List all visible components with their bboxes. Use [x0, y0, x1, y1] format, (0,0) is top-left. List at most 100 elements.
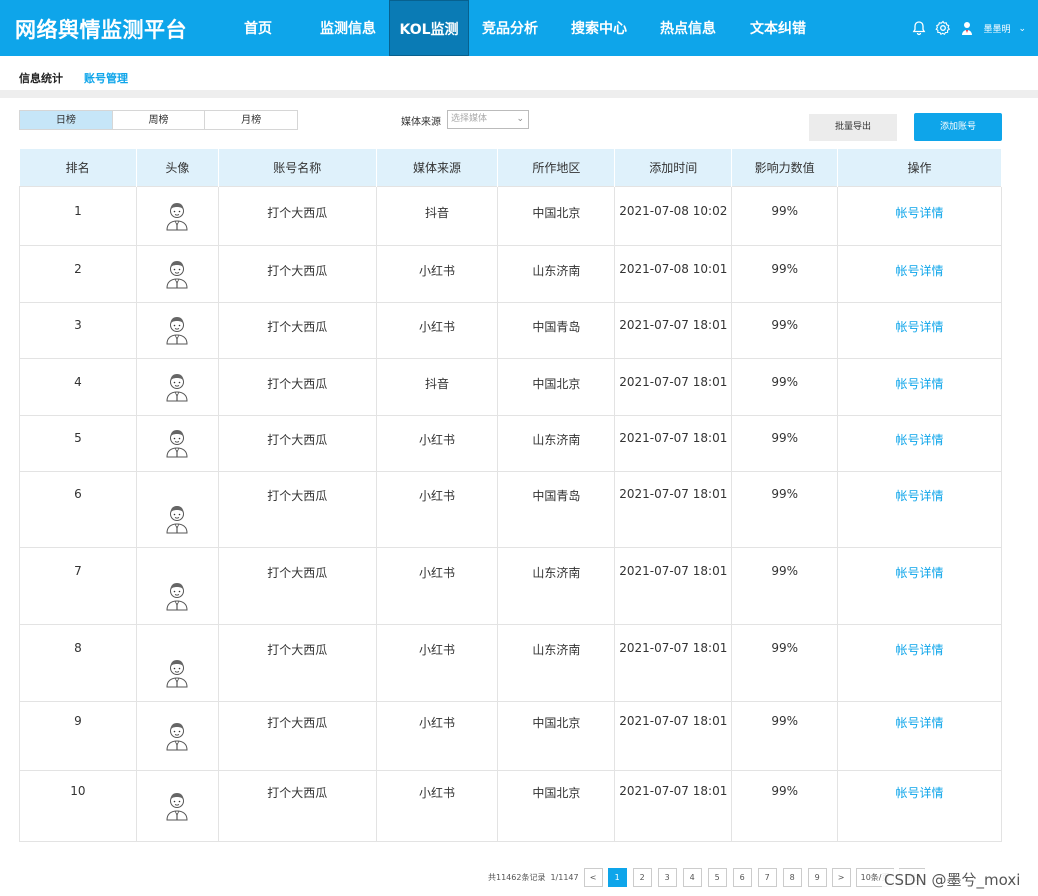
cell-influence-text: 99% [771, 783, 798, 798]
user-avatar-icon[interactable] [959, 20, 975, 36]
cell-name: 打个大西瓜 [217, 357, 377, 416]
account-detail-link[interactable]: 帐号详情 [838, 625, 1001, 658]
cell-media: 小红书 [375, 470, 499, 548]
cell-rank: 5 [19, 414, 137, 472]
cell-name: 打个大西瓜 [217, 623, 377, 702]
table-row: 2 打个大西瓜 小红书 山东济南 2021-07-08 10:01 99% 帐号详情 [19, 244, 1002, 303]
cell-region: 山东济南 [497, 546, 616, 625]
period-weekly-button[interactable]: 周榜 [113, 111, 206, 129]
page-button[interactable]: 1 [607, 868, 627, 887]
cell-name: 打个大西瓜 [217, 414, 377, 472]
nav-item-5[interactable]: 热点信息 [648, 0, 728, 56]
table-row: 10 打个大西瓜 小红书 中国北京 2021-07-07 18:01 99% 帐号详情 [19, 769, 1002, 842]
cell-time-text: 2021-07-08 10:02 [619, 203, 728, 218]
account-detail-link[interactable]: 帐号详情 [838, 416, 1001, 448]
account-detail-link[interactable]: 帐号详情 [838, 548, 1001, 581]
page-button[interactable]: 8 [782, 868, 802, 887]
cell-media-text: 小红书 [419, 785, 456, 800]
page-button[interactable]: 9 [807, 868, 827, 887]
cell-name-text: 打个大西瓜 [267, 376, 328, 391]
subnav-item-accounts[interactable]: 账号管理 [84, 70, 128, 86]
account-detail-link[interactable]: 帐号详情 [838, 303, 1001, 335]
page-button[interactable]: 4 [682, 868, 702, 887]
cell-influence: 99% [731, 769, 839, 842]
cell-time-text: 2021-07-07 18:01 [619, 374, 728, 389]
cell-influence: 99% [731, 357, 839, 416]
kol-table: 排名 头像 账号名称 媒体来源 所作地区 添加时间 影响力数值 操作 1 打个大西… [19, 149, 1002, 842]
table-row: 7 打个大西瓜 小红书 山东济南 2021-07-07 18:01 99% 帐号详情 [19, 546, 1002, 625]
bell-icon[interactable] [911, 20, 927, 36]
cell-influence-text: 99% [771, 640, 798, 655]
account-detail-link[interactable]: 帐号详情 [838, 359, 1001, 392]
table-row: 4 打个大西瓜 抖音 中国北京 2021-07-07 18:01 99% 帐号详情 [19, 357, 1002, 416]
cell-region: 中国青岛 [497, 470, 616, 548]
account-detail-link[interactable]: 帐号详情 [838, 771, 1001, 801]
gear-icon[interactable] [935, 20, 951, 36]
page-button[interactable]: 2 [632, 868, 652, 887]
cell-region-text: 山东济南 [532, 432, 581, 447]
cell-rank-text: 1 [74, 203, 82, 218]
account-detail-link[interactable]: 帐号详情 [838, 702, 1001, 731]
media-source-select[interactable]: 选择媒体 ⌄ [447, 110, 529, 129]
avatar [164, 658, 190, 688]
cell-time-text: 2021-07-07 18:01 [619, 430, 728, 445]
media-select-placeholder: 选择媒体 [451, 114, 488, 124]
nav-item-2[interactable]: KOL监测 [389, 0, 469, 56]
cell-influence: 99% [731, 623, 839, 702]
table-row: 3 打个大西瓜 小红书 中国青岛 2021-07-07 18:01 99% 帐号详情 [19, 301, 1002, 359]
top-header: 网络舆情监测平台 首页 监测信息 KOL监测 竞品分析 搜索中心 热点信息 文本纠错 墨墨明… [0, 0, 1038, 56]
username[interactable]: 墨墨明 [983, 22, 1010, 35]
cell-name: 打个大西瓜 [217, 700, 377, 771]
cell-time: 2021-07-08 10:01 [614, 244, 733, 303]
table-header-row: 排名 头像 账号名称 媒体来源 所作地区 添加时间 影响力数值 操作 [19, 149, 1002, 186]
cell-media-text: 抖音 [425, 376, 450, 391]
nav-item-4[interactable]: 搜索中心 [559, 0, 639, 56]
col-header-time: 添加时间 [614, 149, 733, 186]
cell-rank-text: 7 [74, 563, 82, 578]
cell-influence-text: 99% [771, 261, 798, 276]
avatar [164, 201, 190, 231]
account-detail-link[interactable]: 帐号详情 [838, 472, 1001, 504]
account-detail-link[interactable]: 帐号详情 [838, 246, 1001, 279]
nav-item-6[interactable]: 文本纠错 [738, 0, 818, 56]
chevron-down-icon: ⌄ [516, 114, 524, 124]
cell-region: 中国青岛 [497, 301, 616, 359]
avatar-cell [135, 185, 219, 246]
page-button[interactable]: 6 [732, 868, 752, 887]
cell-name-text: 打个大西瓜 [267, 488, 328, 503]
subnav-item-stats[interactable]: 信息统计 [19, 70, 63, 86]
prev-page-button[interactable]: < [583, 868, 603, 887]
col-header-action: 操作 [837, 149, 1002, 186]
cell-rank: 9 [19, 700, 137, 771]
page-button[interactable]: 7 [757, 868, 777, 887]
avatar [164, 581, 190, 611]
cell-time-text: 2021-07-08 10:01 [619, 261, 728, 276]
period-monthly-button[interactable]: 月榜 [205, 111, 297, 129]
nav-item-0[interactable]: 首页 [218, 0, 298, 56]
chevron-down-icon[interactable]: ⌄ [1018, 23, 1026, 34]
cell-time-text: 2021-07-07 18:01 [619, 486, 728, 501]
batch-export-button[interactable]: 批量导出 [809, 114, 897, 141]
cell-time: 2021-07-07 18:01 [614, 470, 733, 548]
cell-rank: 8 [19, 623, 137, 702]
cell-region-text: 中国青岛 [532, 319, 581, 334]
next-page-button[interactable]: > [831, 868, 851, 887]
total-records: 共11462条记录 [488, 873, 546, 882]
add-account-button[interactable]: 添加账号 [914, 113, 1002, 141]
cell-media: 小红书 [375, 700, 499, 771]
cell-influence-text: 99% [771, 430, 798, 445]
pagination: 共11462条记录 1/1147 < 123456789 > 10条/页 前往 [488, 868, 926, 887]
col-header-media: 媒体来源 [376, 149, 499, 186]
account-detail-link[interactable]: 帐号详情 [838, 187, 1001, 221]
period-daily-button[interactable]: 日榜 [20, 111, 113, 129]
nav-item-3[interactable]: 竞品分析 [470, 0, 550, 56]
page-button[interactable]: 5 [707, 868, 727, 887]
cell-region-text: 中国北京 [532, 715, 581, 730]
nav-item-1[interactable]: 监测信息 [308, 0, 388, 56]
cell-influence: 99% [731, 301, 839, 359]
page-button[interactable]: 3 [657, 868, 677, 887]
cell-region: 山东济南 [497, 244, 616, 303]
cell-media-text: 小红书 [419, 715, 456, 730]
cell-region-text: 中国青岛 [532, 488, 581, 503]
cell-media-text: 小红书 [419, 263, 456, 278]
